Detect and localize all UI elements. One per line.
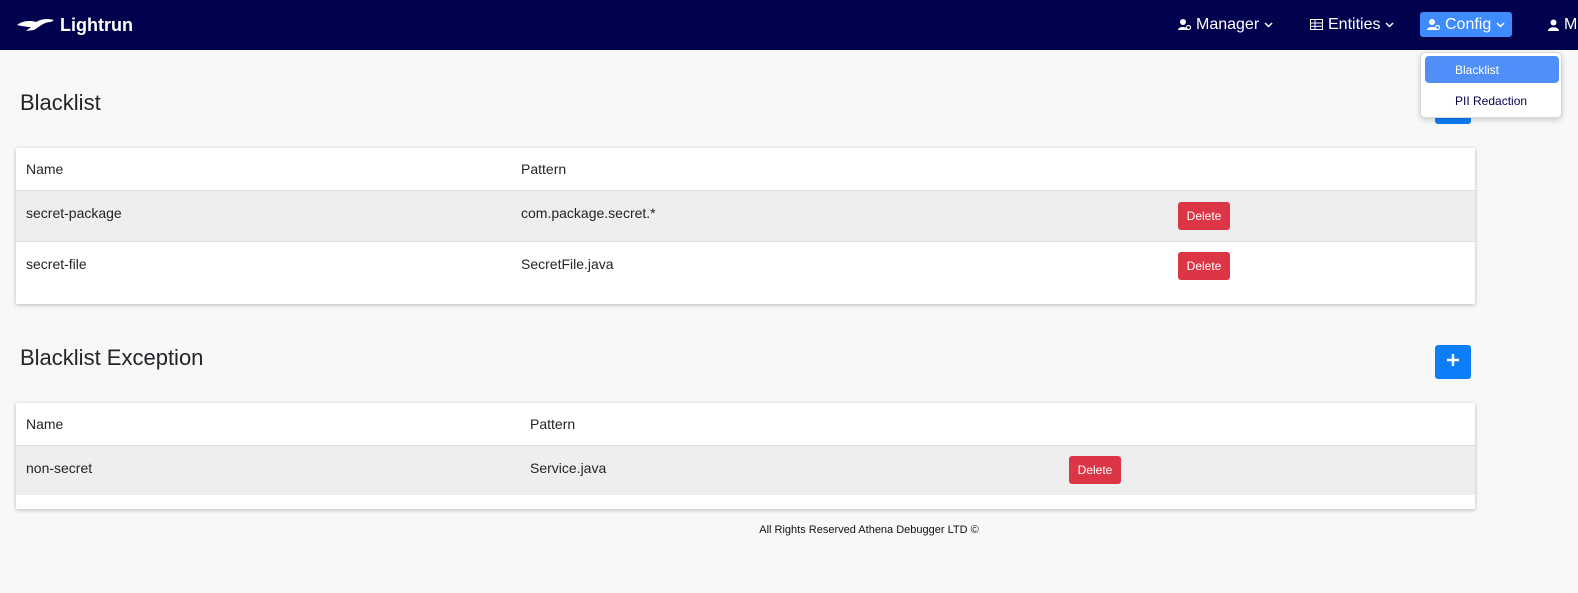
delete-button[interactable]: Delete: [1069, 456, 1121, 484]
chevron-down-icon: [1385, 21, 1394, 28]
menu-item-pii-redaction[interactable]: PII Redaction: [1425, 87, 1559, 114]
delete-button[interactable]: Delete: [1178, 252, 1230, 280]
row-pattern: com.package.secret.*: [521, 205, 656, 221]
blacklist-title: Blacklist: [20, 90, 101, 115]
nav-config-label: Config: [1445, 15, 1492, 33]
table-row: secret-package com.package.secret.* Dele…: [16, 190, 1475, 241]
config-dropdown-menu: Blacklist PII Redaction: [1420, 52, 1562, 118]
header-pattern: Pattern: [530, 416, 576, 432]
nav-manager[interactable]: Manager: [1171, 12, 1280, 37]
row-name: non-secret: [26, 460, 93, 476]
nav-manager-label: Manager: [1196, 15, 1260, 33]
table-icon: [1310, 19, 1323, 30]
cheetah-icon: [16, 16, 56, 34]
blacklist-exception-table: Name Pattern non-secret Service.java Del…: [16, 403, 1475, 509]
user-cog-icon: [1178, 18, 1191, 31]
user-icon: [1548, 19, 1559, 31]
table-row: non-secret Service.java Delete: [16, 445, 1475, 495]
header-pattern: Pattern: [521, 161, 567, 177]
add-blacklist-exception-button[interactable]: [1435, 345, 1471, 379]
row-pattern: SecretFile.java: [521, 256, 614, 272]
chevron-down-icon: [1264, 21, 1273, 28]
brand-logo[interactable]: Lightrun: [16, 13, 133, 37]
header-name: Name: [26, 416, 64, 432]
chevron-down-icon: [1496, 21, 1505, 28]
row-name: secret-file: [26, 256, 87, 272]
plus-icon: [1446, 353, 1460, 372]
nav-entities[interactable]: Entities: [1303, 12, 1401, 37]
header-name: Name: [26, 161, 64, 177]
footer: All Rights Reserved Athena Debugger LTD …: [0, 524, 1578, 536]
brand-name: Lightrun: [60, 14, 133, 35]
blacklist-exception-title: Blacklist Exception: [20, 345, 204, 370]
table-row: secret-file SecretFile.java Delete: [16, 241, 1475, 291]
menu-item-blacklist[interactable]: Blacklist: [1425, 56, 1559, 83]
blacklist-table: Name Pattern secret-package com.package.…: [16, 148, 1475, 304]
nav-user[interactable]: M: [1541, 12, 1578, 37]
nav-entities-label: Entities: [1328, 15, 1381, 33]
nav-user-label: M: [1564, 15, 1578, 33]
row-name: secret-package: [26, 205, 122, 221]
footer-text: All Rights Reserved Athena Debugger LTD …: [759, 524, 979, 536]
top-navbar: Lightrun Manager Entities Config M: [0, 0, 1578, 50]
row-pattern: Service.java: [530, 460, 607, 476]
user-cog-icon: [1427, 18, 1440, 31]
delete-button[interactable]: Delete: [1178, 202, 1230, 230]
nav-config[interactable]: Config: [1420, 12, 1513, 37]
